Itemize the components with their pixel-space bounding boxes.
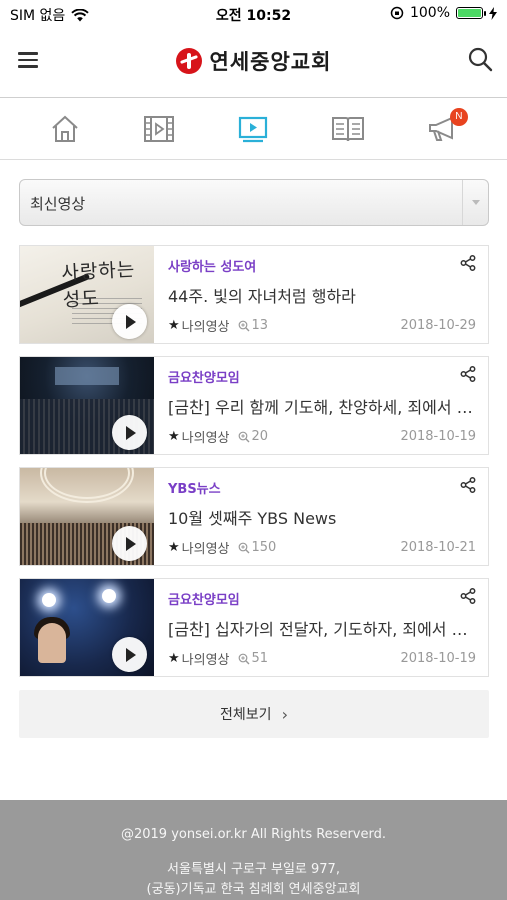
video-title: 10월 셋째주 YBS News — [168, 509, 337, 528]
battery-fill — [458, 9, 481, 17]
video-meta: ★ 나의영상 20 2018-10-19 — [168, 427, 476, 446]
video-date: 2018-10-19 — [400, 651, 476, 666]
battery-percent: 100% — [409, 5, 450, 21]
home-icon — [52, 115, 78, 142]
logo-mark-icon — [175, 48, 202, 74]
video-category: 금요찬양모임 — [168, 371, 240, 386]
tab-video-play[interactable] — [231, 107, 275, 151]
video-meta: ★ 나의영상 51 2018-10-19 — [168, 649, 476, 668]
video-date: 2018-10-29 — [400, 318, 476, 333]
view-count-value: 51 — [251, 651, 269, 666]
video-info: 금요찬양모임 [금찬] 십자가의 전달자, 기도하자, 죄에서 … ★ 나의영상… — [168, 579, 476, 676]
logo-text: 연세중앙교회 — [209, 50, 332, 74]
new-badge: N — [449, 107, 468, 126]
site-footer: @2019 yonsei.or.kr All Rights Reserverd.… — [0, 800, 507, 900]
select-arrow-icon — [462, 180, 488, 225]
view-count: 150 — [238, 540, 277, 555]
video-date: 2018-10-21 — [400, 540, 476, 555]
video-list: 사랑하는 성도 사랑하는 성도여 44주. 빛의 자녀처럼 행하라 ★ 나의영상 — [19, 245, 489, 689]
share-icon[interactable] — [460, 366, 476, 382]
video-thumbnail[interactable] — [20, 357, 154, 454]
my-video-button[interactable]: ★ 나의영상 — [168, 538, 230, 557]
view-count-value: 20 — [251, 429, 269, 444]
star-icon: ★ — [168, 318, 180, 333]
share-icon[interactable] — [460, 255, 476, 271]
charging-icon — [489, 6, 497, 20]
video-thumbnail[interactable] — [20, 579, 154, 676]
star-icon: ★ — [168, 540, 180, 555]
my-video-label: 나의영상 — [181, 431, 230, 446]
video-info: YBS뉴스 10월 셋째주 YBS News ★ 나의영상 150 2018-1… — [168, 468, 476, 565]
church-logo[interactable]: 연세중앙교회 — [0, 46, 507, 76]
my-video-label: 나의영상 — [181, 542, 230, 557]
film-icon — [144, 115, 175, 142]
book-icon — [331, 116, 364, 141]
app-header: 연세중앙교회 — [0, 28, 507, 98]
status-bar: SIM 없음 오전 10:52 100% — [0, 0, 507, 28]
play-icon[interactable] — [112, 415, 147, 450]
tab-home[interactable] — [43, 107, 87, 151]
video-title: 44주. 빛의 자녀처럼 행하라 — [168, 287, 356, 306]
video-thumbnail[interactable]: 사랑하는 성도 — [20, 246, 154, 343]
play-icon[interactable] — [112, 526, 147, 561]
my-video-label: 나의영상 — [181, 320, 230, 335]
status-right: 100% — [390, 5, 497, 21]
video-category: 금요찬양모임 — [168, 593, 240, 608]
icon-tab-bar: N — [0, 98, 507, 160]
my-video-button[interactable]: ★ 나의영상 — [168, 649, 230, 668]
chevron-right-icon: › — [281, 704, 288, 724]
my-video-button[interactable]: ★ 나의영상 — [168, 316, 230, 335]
video-category: YBS뉴스 — [168, 482, 221, 497]
video-title: [금찬] 십자가의 전달자, 기도하자, 죄에서 … — [168, 620, 468, 639]
video-meta: ★ 나의영상 150 2018-10-21 — [168, 538, 476, 557]
view-count: 13 — [238, 318, 269, 333]
thumbnail-calligraphy: 사랑하는 성도 — [60, 258, 136, 312]
video-filter-select[interactable]: 최신영상 — [19, 179, 489, 226]
search-icon[interactable] — [467, 46, 493, 72]
view-magnifier-icon — [238, 542, 249, 553]
video-card[interactable]: 금요찬양모임 [금찬] 십자가의 전달자, 기도하자, 죄에서 … ★ 나의영상… — [19, 578, 489, 677]
my-video-button[interactable]: ★ 나의영상 — [168, 427, 230, 446]
tab-notice[interactable]: N — [420, 107, 468, 151]
view-count: 20 — [238, 429, 269, 444]
battery-icon — [456, 7, 486, 19]
video-card[interactable]: 금요찬양모임 [금찬] 우리 함께 기도해, 찬양하세, 죄에서 … ★ 나의영… — [19, 356, 489, 455]
address-line-2: (궁동)기독교 한국 침례회 연세중앙교회 — [146, 882, 361, 897]
play-icon[interactable] — [112, 637, 147, 672]
address-block: 서울특별시 구로구 부일로 977, (궁동)기독교 한국 침례회 연세중앙교회 — [0, 860, 507, 900]
orientation-lock-icon — [390, 6, 404, 20]
star-icon: ★ — [168, 651, 180, 666]
view-magnifier-icon — [238, 653, 249, 664]
select-value: 최신영상 — [30, 195, 86, 213]
view-all-label: 전체보기 — [220, 707, 272, 723]
share-icon[interactable] — [460, 588, 476, 604]
video-title: [금찬] 우리 함께 기도해, 찬양하세, 죄에서 … — [168, 398, 473, 417]
video-card[interactable]: 사랑하는 성도 사랑하는 성도여 44주. 빛의 자녀처럼 행하라 ★ 나의영상 — [19, 245, 489, 344]
video-info: 금요찬양모임 [금찬] 우리 함께 기도해, 찬양하세, 죄에서 … ★ 나의영… — [168, 357, 476, 454]
video-date: 2018-10-19 — [400, 429, 476, 444]
view-magnifier-icon — [238, 320, 249, 331]
view-count-value: 150 — [251, 540, 277, 555]
address-line-1: 서울특별시 구로구 부일로 977, — [167, 862, 340, 877]
tab-video-film[interactable] — [137, 107, 181, 151]
tab-book[interactable] — [326, 107, 370, 151]
video-info: 사랑하는 성도여 44주. 빛의 자녀처럼 행하라 ★ 나의영상 13 2018… — [168, 246, 476, 343]
play-icon[interactable] — [112, 304, 147, 339]
view-magnifier-icon — [238, 431, 249, 442]
share-icon[interactable] — [460, 477, 476, 493]
view-count: 51 — [238, 651, 269, 666]
video-card[interactable]: YBS뉴스 10월 셋째주 YBS News ★ 나의영상 150 2018-1… — [19, 467, 489, 566]
copyright-text: @2019 yonsei.or.kr All Rights Reserverd. — [120, 827, 386, 842]
star-icon: ★ — [168, 429, 180, 444]
video-meta: ★ 나의영상 13 2018-10-29 — [168, 316, 476, 335]
view-all-button[interactable]: 전체보기 › — [19, 690, 489, 738]
video-category: 사랑하는 성도여 — [168, 260, 257, 275]
my-video-label: 나의영상 — [181, 653, 230, 668]
play-screen-icon — [239, 116, 268, 142]
view-count-value: 13 — [251, 318, 269, 333]
video-thumbnail[interactable] — [20, 468, 154, 565]
